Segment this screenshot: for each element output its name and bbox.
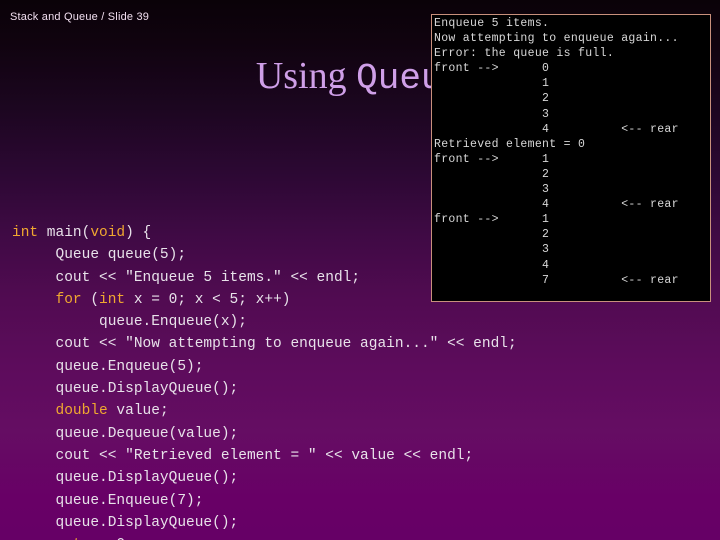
console-line: front --> 0 [434,62,550,76]
code-text: cout << "Now attempting to enqueue again… [12,336,517,353]
code-line: queue.DisplayQueue(); [12,467,517,489]
code-text: queue.Enqueue(5); [12,358,204,375]
console-line: Enqueue 5 items. [434,17,550,30]
code-line: queue.DisplayQueue(); [12,378,517,400]
code-text: queue.DisplayQueue(); [12,381,239,398]
code-text: main( [38,225,91,241]
code-text: value; [107,403,169,420]
code-keyword: void [90,225,126,241]
code-text: queue.DisplayQueue(); [12,470,239,487]
console-line: 3 [434,243,550,257]
code-keyword: for [55,291,82,308]
code-line: queue.Dequeue(value); [12,423,517,445]
presentation-slide: Stack and Queue / Slide 39 Using Queue i… [0,0,720,540]
code-line: double value; [12,400,517,422]
console-line: Now attempting to enqueue again... [434,32,679,46]
code-line: queue.Enqueue(7); [12,490,517,512]
code-line: return 0; [12,534,517,540]
console-line: 2 [434,92,550,106]
console-output-window: Enqueue 5 items. Now attempting to enqueu… [431,14,711,302]
code-text: x = 0; x < 5; x++) [125,291,291,308]
code-text: queue.Enqueue(7); [12,492,204,509]
console-line: Error: the queue is full. [434,47,615,61]
console-line: 3 [434,107,550,121]
slide-header-label: Stack and Queue / Slide 39 [10,11,150,23]
console-line: 1 [434,77,550,91]
code-line: cout << "Retrieved element = " << value … [12,445,517,467]
console-line: 3 [434,183,550,197]
console-line: 4 [434,258,550,272]
code-line: queue.DisplayQueue(); [12,512,517,534]
code-line: cout << "Now attempting to enqueue again… [12,333,517,355]
code-text: cout << "Enqueue 5 items." << endl; [12,269,361,286]
page-title-serif-part: Using [255,55,357,97]
code-line: queue.Enqueue(5); [12,356,517,378]
code-text: queue.Dequeue(value); [12,425,239,442]
console-line: 4 <-- rear [434,122,679,136]
code-text: Queue queue(5); [12,247,187,264]
code-keyword: double [55,403,108,420]
console-line: Retrieved element = 0 [434,137,586,151]
code-keyword: int [99,291,126,308]
console-line: 7 <-- rear [434,273,679,287]
code-keyword: int [12,225,39,241]
code-text: queue.Enqueue(x); [12,314,247,331]
code-text: cout << "Retrieved element = " << value … [12,447,474,464]
console-line: front --> 1 [434,152,550,166]
code-text: ) { [125,225,152,241]
code-text: queue.DisplayQueue(); [12,514,239,531]
code-text: ( [81,291,100,308]
code-line: queue.Enqueue(x); [12,311,517,333]
console-line: 2 [434,228,550,242]
console-line: 4 <-- rear [434,198,679,212]
console-output-text: Enqueue 5 items. Now attempting to enqueu… [434,16,679,288]
console-line: front --> 1 [434,213,550,227]
console-line: 2 [434,167,550,181]
